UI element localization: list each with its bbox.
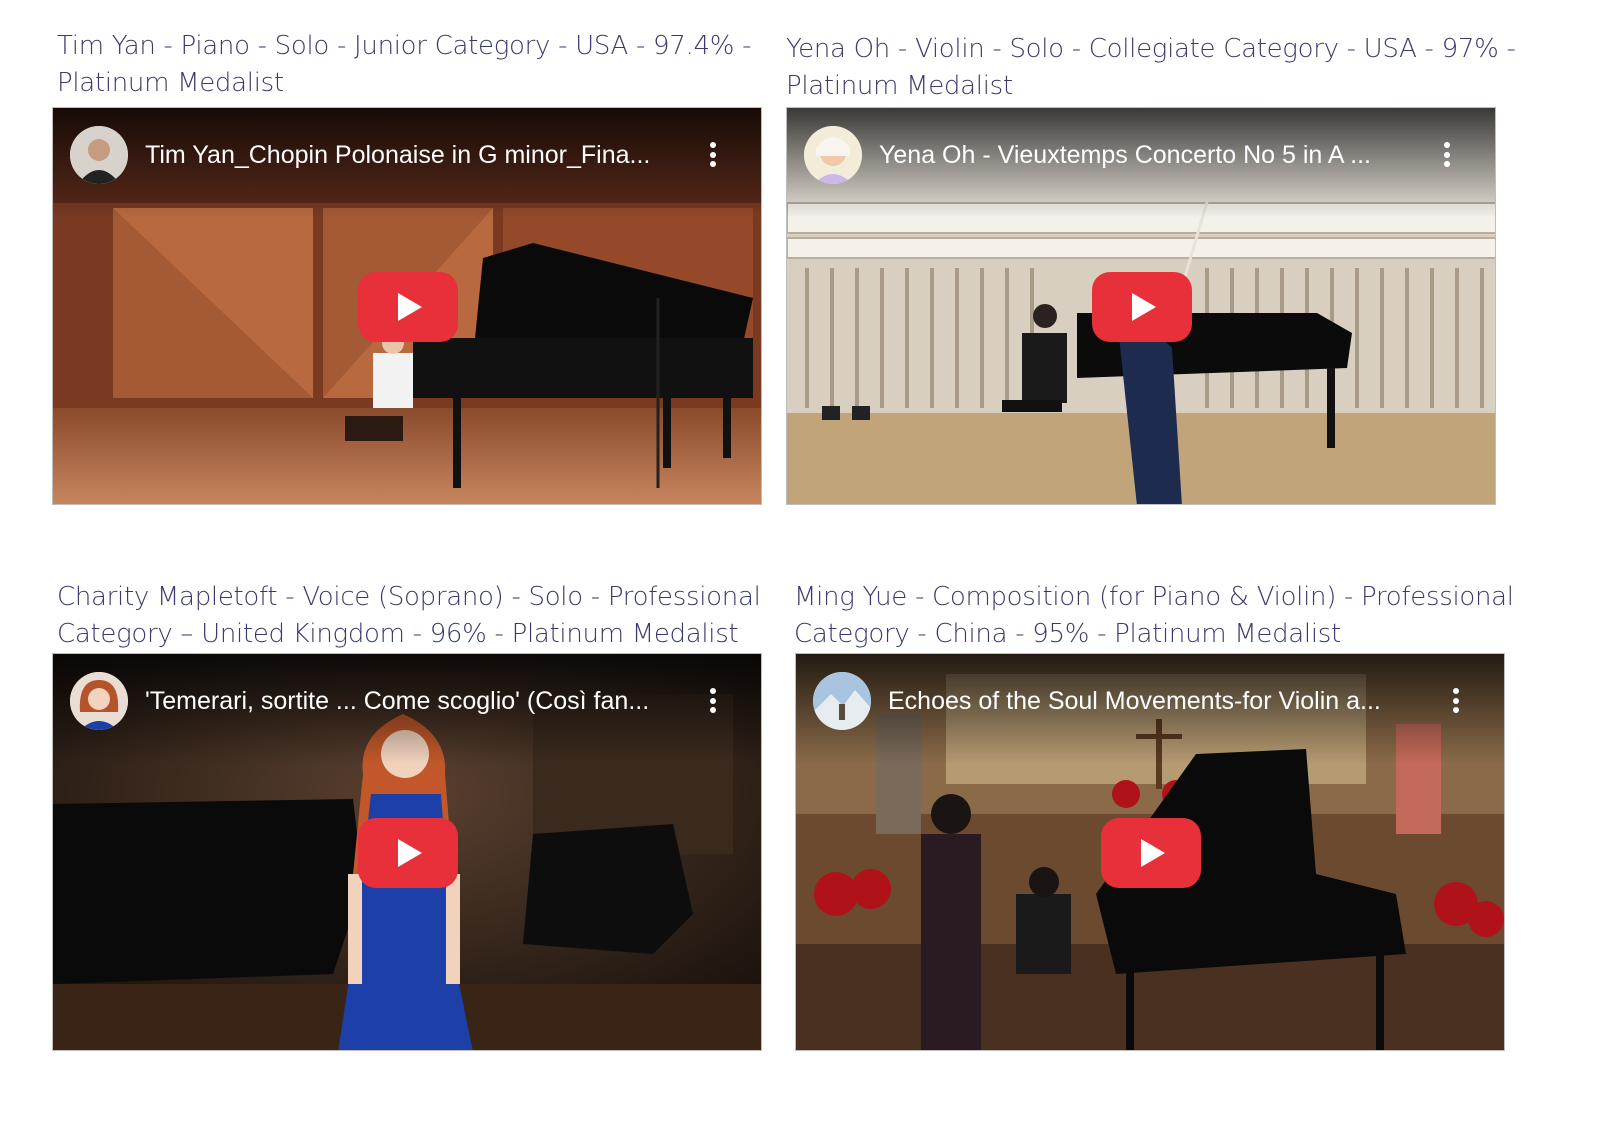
more-vertical-icon[interactable]	[1439, 142, 1455, 170]
video-player[interactable]: 'Temerari, sortite ... Come scoglio' (Co…	[52, 653, 762, 1051]
channel-avatar[interactable]	[813, 672, 871, 730]
caption-line: Charity Mapletoft - Voice (Soprano) - So…	[57, 582, 761, 612]
entry-caption: Tim Yan - Piano - Solo - Junior Category…	[57, 28, 751, 102]
video-title[interactable]: Tim Yan_Chopin Polonaise in G minor_Fina…	[145, 140, 685, 170]
channel-avatar[interactable]	[70, 672, 128, 730]
video-player[interactable]: Yena Oh - Vieuxtemps Concerto No 5 in A …	[786, 107, 1496, 505]
video-player[interactable]: Echoes of the Soul Movements-for Violin …	[795, 653, 1505, 1051]
caption-line: Ming Yue - Composition (for Piano & Viol…	[794, 582, 1514, 612]
entry-caption: Ming Yue - Composition (for Piano & Viol…	[794, 579, 1514, 653]
play-button-icon[interactable]	[1092, 272, 1192, 342]
entry-caption: Charity Mapletoft - Voice (Soprano) - So…	[57, 579, 761, 653]
channel-avatar[interactable]	[804, 126, 862, 184]
caption-line: Category – United Kingdom - 96% - Platin…	[57, 619, 739, 649]
more-vertical-icon[interactable]	[705, 142, 721, 170]
video-title[interactable]: Yena Oh - Vieuxtemps Concerto No 5 in A …	[879, 140, 1419, 170]
play-button-icon[interactable]	[1101, 818, 1201, 888]
play-button-icon[interactable]	[358, 272, 458, 342]
caption-line: Tim Yan - Piano - Solo - Junior Category…	[57, 31, 752, 61]
channel-avatar[interactable]	[70, 126, 128, 184]
video-title[interactable]: Echoes of the Soul Movements-for Violin …	[888, 686, 1428, 716]
caption-line: Platinum Medalist	[786, 71, 1013, 101]
more-vertical-icon[interactable]	[705, 688, 721, 716]
entry-caption: Yena Oh - Violin - Solo - Collegiate Cat…	[786, 31, 1516, 105]
more-vertical-icon[interactable]	[1448, 688, 1464, 716]
caption-line: Yena Oh - Violin - Solo - Collegiate Cat…	[786, 34, 1516, 64]
play-button-icon[interactable]	[358, 818, 458, 888]
video-player[interactable]: Tim Yan_Chopin Polonaise in G minor_Fina…	[52, 107, 762, 505]
caption-line: Category - China - 95% - Platinum Medali…	[794, 619, 1341, 649]
caption-line: Platinum Medalist	[57, 68, 284, 98]
video-title[interactable]: 'Temerari, sortite ... Come scoglio' (Co…	[145, 686, 685, 716]
